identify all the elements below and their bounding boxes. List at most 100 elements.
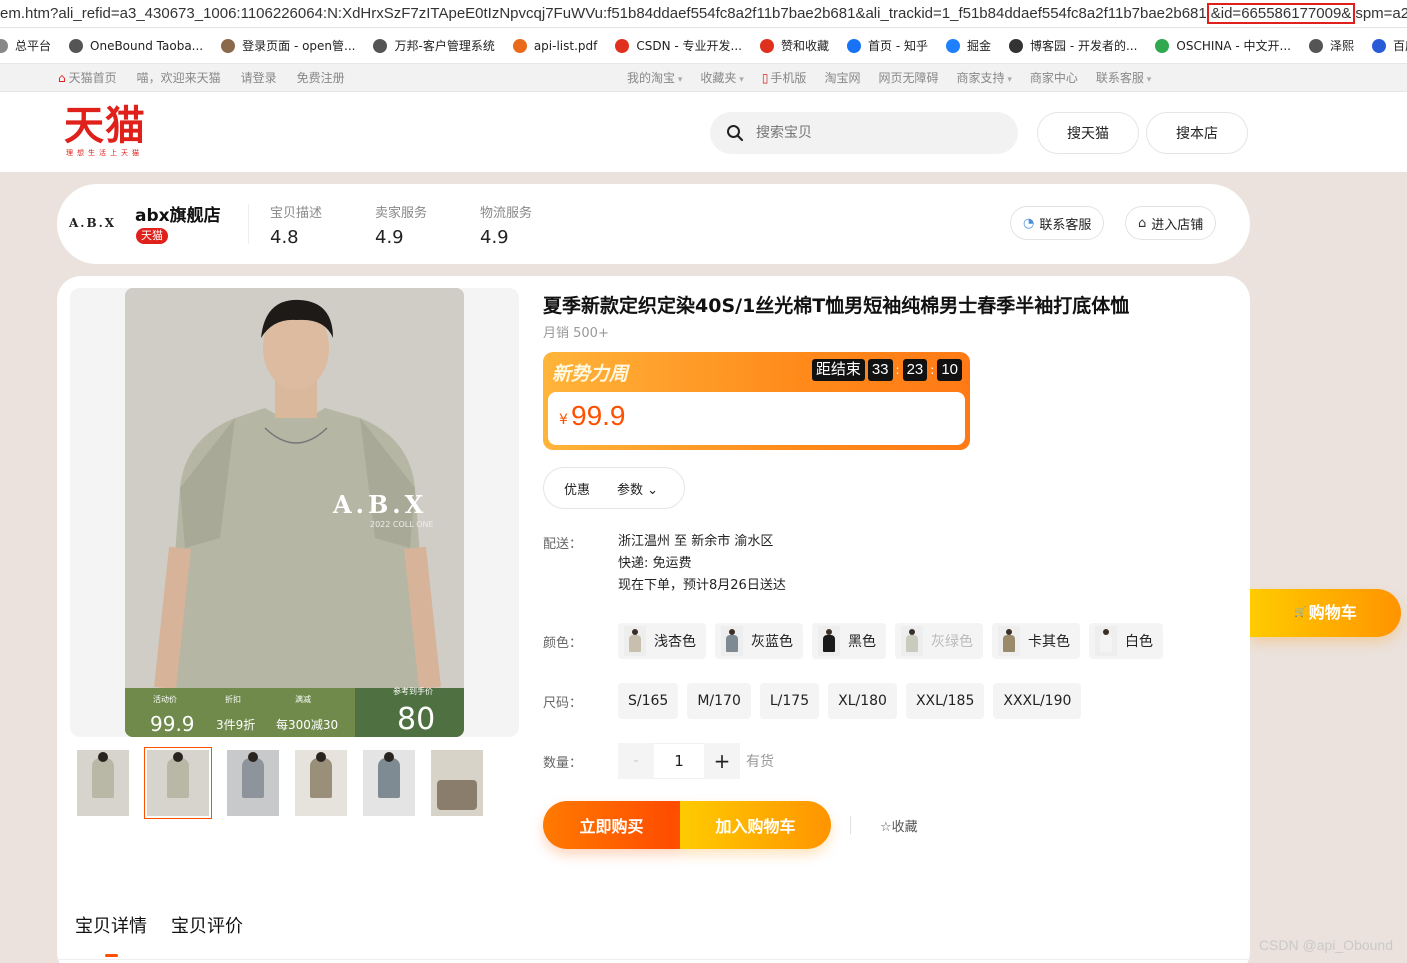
accessibility-link[interactable]: 网页无障碍 [878, 64, 938, 94]
color-swatch [1095, 626, 1117, 656]
quantity-plus-button[interactable]: + [704, 743, 740, 779]
search-tmall-button[interactable]: 搜天猫 [1037, 112, 1139, 154]
thumbnail[interactable] [77, 750, 129, 816]
taobao-link[interactable]: 淘宝网 [824, 64, 860, 94]
bookmark-item[interactable]: api-list.pdf [512, 38, 597, 53]
color-option[interactable]: 灰绿色 [895, 623, 983, 659]
color-name: 灰绿色 [931, 634, 973, 650]
tmall-logo[interactable]: 天猫 理想生活上天猫 [64, 104, 156, 164]
bookmark-item[interactable]: 登录页面 - open管... [221, 37, 355, 54]
shop-name[interactable]: abx旗舰店 [135, 201, 221, 226]
promo-value: 99.9 [150, 712, 195, 736]
promo-label: 满减 [295, 695, 311, 704]
quantity-input[interactable]: 1 [654, 743, 704, 779]
bookmark-label: 赞和收藏 [781, 39, 830, 53]
size-option[interactable]: L/175 [759, 683, 820, 719]
color-option[interactable]: 浅杏色 [618, 623, 706, 659]
buy-now-button[interactable]: 立即购买 [543, 801, 680, 849]
bookmark-label: 万邦-客户管理系统 [394, 39, 495, 53]
product-main-image[interactable]: A.B.X 2022 COLL ONE 活动价 折扣 满减 参考到手价 99.9… [125, 288, 464, 737]
bookmark-item[interactable]: 总平台 [0, 37, 51, 54]
thumbnail-strip [77, 747, 483, 819]
tab-discount[interactable]: 优惠 [564, 479, 590, 498]
enter-shop-button[interactable]: ⌂ 进入店铺 [1125, 206, 1217, 240]
countdown-seconds: 10 [937, 359, 962, 381]
quantity-minus-button[interactable]: - [618, 743, 654, 779]
thumbnail[interactable] [431, 750, 483, 816]
store-icon: ⌂ [1138, 215, 1147, 231]
color-option[interactable]: 黑色 [812, 623, 886, 659]
countdown-sep: : [895, 363, 900, 377]
site-header: 天猫 理想生活上天猫 搜天猫 搜本店 [0, 92, 1407, 172]
logo-slogan: 理想生活上天猫 [66, 149, 143, 157]
color-option[interactable]: 白色 [1089, 623, 1163, 659]
my-taobao-link[interactable]: 我的淘宝 [627, 64, 682, 94]
search-icon [727, 125, 744, 142]
register-link[interactable]: 免费注册 [297, 64, 345, 92]
size-option[interactable]: XXL/185 [905, 683, 985, 719]
thumbnail-active[interactable] [144, 747, 212, 819]
bookmark-label: 掘金 [966, 39, 991, 53]
delivery-label: 配送： [543, 537, 583, 552]
bookmark-item[interactable]: OSCHINA - 中文开... [1155, 37, 1291, 54]
bookmark-item[interactable]: 百度 [1372, 37, 1407, 54]
tmall-home-link[interactable]: 天猫首页 [58, 64, 117, 92]
bookmark-item[interactable]: 赞和收藏 [760, 37, 829, 54]
countdown-hours: 33 [867, 359, 893, 381]
image-icon [221, 38, 236, 53]
globe-icon [373, 38, 388, 53]
cnblogs-icon [1009, 38, 1023, 53]
size-options: S/165 M/170 L/175 XL/180 XXL/185 XXXL/190 [618, 683, 1082, 719]
search-shop-button[interactable]: 搜本店 [1146, 112, 1248, 154]
shop-logo[interactable]: A.B.X [69, 216, 116, 230]
pdf-icon [512, 38, 527, 53]
login-link[interactable]: 请登录 [241, 64, 277, 92]
color-swatch [818, 626, 840, 656]
bookmark-item[interactable]: OneBound Taoba... [69, 38, 203, 53]
score-logistics: 物流服务 4.9 [480, 202, 532, 248]
size-option[interactable]: XXXL/190 [993, 683, 1082, 719]
promo-price-box: 新势力周 距结束 33 : 23 : 10 ¥ 99.9 [543, 352, 970, 450]
product-title: 夏季新款定织定染40S/1丝光棉T恤男短袖纯棉男士春季半袖打底体恤 [543, 295, 1130, 317]
monthly-sales: 月销 500+ [543, 326, 609, 341]
color-option[interactable]: 卡其色 [992, 623, 1080, 659]
bookmark-item[interactable]: 首页 - 知乎 [847, 37, 928, 54]
address-bar[interactable]: em.htm?ali_refid=a3_430673_1006:11062260… [0, 0, 1407, 28]
size-option[interactable]: M/170 [687, 683, 751, 719]
size-option[interactable]: S/165 [618, 683, 679, 719]
mobile-link[interactable]: 手机版 [762, 64, 806, 94]
search-input[interactable] [756, 125, 976, 141]
favorite-label: 收藏 [891, 820, 918, 835]
contact-service-link[interactable]: 联系客服 [1096, 64, 1151, 94]
thumbnail[interactable] [363, 750, 415, 816]
detail-tabs: 宝贝详情 宝贝评价 [75, 912, 243, 957]
color-option[interactable]: 灰蓝色 [715, 623, 803, 659]
bookmark-item[interactable]: CSDN - 专业开发... [615, 37, 742, 54]
delivery-route[interactable]: 浙江温州 至 新余市 渝水区 [618, 531, 786, 553]
merchant-support-link[interactable]: 商家支持 [956, 64, 1011, 94]
add-to-cart-button[interactable]: 加入购物车 [680, 801, 831, 849]
tab-reviews[interactable]: 宝贝评价 [171, 912, 243, 938]
bookmark-item[interactable]: 博客园 - 开发者的... [1009, 37, 1137, 54]
score-value: 4.8 [270, 227, 299, 248]
tab-detail[interactable]: 宝贝详情 [75, 912, 147, 957]
delivery-eta: 现在下单，预计8月26日送达 [618, 578, 786, 593]
size-option[interactable]: XL/180 [828, 683, 897, 719]
thumbnail[interactable] [295, 750, 347, 816]
bookmark-label: CSDN - 专业开发... [636, 39, 742, 53]
score-description: 宝贝描述 4.8 [270, 202, 322, 248]
bookmark-item[interactable]: 万邦-客户管理系统 [373, 37, 495, 54]
score-value: 4.9 [375, 227, 404, 248]
globe-icon [1309, 38, 1323, 53]
favorite-button[interactable]: ☆收藏 [880, 816, 918, 835]
tab-params[interactable]: 参数 [617, 479, 658, 498]
bookmark-item[interactable]: 泽熙 [1309, 37, 1354, 54]
cart-link[interactable]: 购物车 [1250, 589, 1401, 637]
merchant-center-link[interactable]: 商家中心 [1030, 64, 1078, 94]
main-image-area: A.B.X 2022 COLL ONE 活动价 折扣 满减 参考到手价 99.9… [70, 288, 519, 737]
contact-service-button[interactable]: ◔ 联系客服 [1010, 206, 1105, 240]
color-swatch [998, 626, 1020, 656]
bookmark-item[interactable]: 掘金 [945, 37, 991, 54]
thumbnail[interactable] [227, 750, 279, 816]
favorites-link[interactable]: 收藏夹 [700, 64, 743, 94]
